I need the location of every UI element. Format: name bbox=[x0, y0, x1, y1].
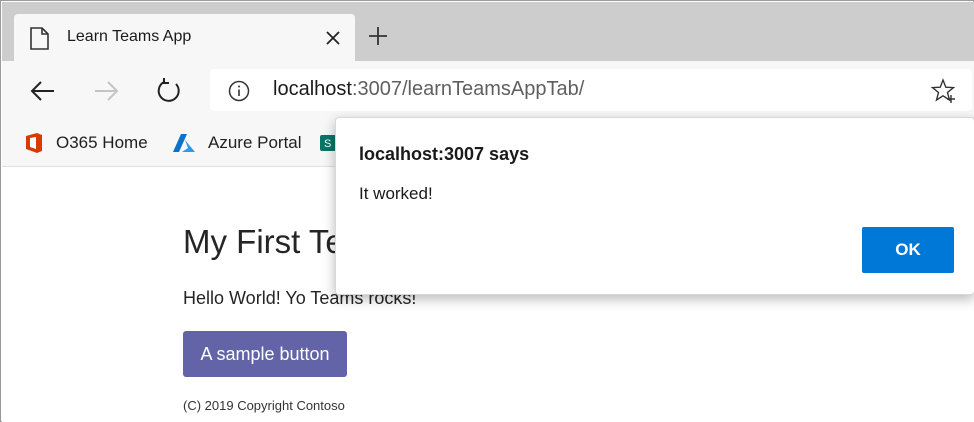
plus-icon[interactable] bbox=[366, 24, 390, 48]
alert-dialog: localhost:3007 says It worked! OK bbox=[335, 117, 974, 295]
arrow-left-icon[interactable] bbox=[28, 76, 58, 106]
navigation-bar: localhost:3007/learnTeamsAppTab/ bbox=[2, 61, 974, 121]
favorite-azure-portal[interactable]: Azure Portal bbox=[172, 131, 302, 155]
favorite-label: O365 Home bbox=[56, 133, 148, 152]
azure-icon bbox=[173, 134, 195, 152]
star-add-icon[interactable] bbox=[930, 78, 956, 104]
tab-strip: Learn Teams App bbox=[2, 2, 974, 62]
page-title: My First Te bbox=[183, 223, 344, 260]
refresh-icon[interactable] bbox=[154, 76, 184, 106]
url-host: localhost bbox=[273, 78, 352, 100]
tab-title: Learn Teams App bbox=[67, 28, 192, 45]
address-bar[interactable]: localhost:3007/learnTeamsAppTab/ bbox=[210, 69, 972, 111]
copyright-text: (C) 2019 Copyright Contoso bbox=[183, 398, 345, 413]
page-icon bbox=[30, 27, 49, 50]
favorite-o365-home[interactable]: O365 Home bbox=[24, 131, 148, 155]
url-text[interactable]: localhost:3007/learnTeamsAppTab/ bbox=[273, 78, 584, 101]
info-icon[interactable] bbox=[228, 80, 250, 102]
tab-learn-teams-app[interactable]: Learn Teams App bbox=[14, 14, 355, 62]
sharepoint-icon: S bbox=[320, 135, 336, 151]
browser-window: Learn Teams App localhost:3007/learnTeam… bbox=[0, 0, 974, 422]
dialog-title: localhost:3007 says bbox=[359, 144, 530, 164]
close-icon[interactable] bbox=[324, 29, 342, 47]
arrow-right-icon[interactable] bbox=[91, 76, 121, 106]
sample-button[interactable]: A sample button bbox=[183, 331, 347, 377]
favorite-sharepoint[interactable]: S bbox=[320, 131, 336, 155]
ok-button[interactable]: OK bbox=[862, 227, 954, 273]
svg-text:S: S bbox=[324, 138, 331, 150]
url-path: :3007/learnTeamsAppTab/ bbox=[351, 78, 585, 100]
office-icon bbox=[26, 133, 42, 153]
dialog-message: It worked! bbox=[359, 184, 433, 203]
favorite-label: Azure Portal bbox=[208, 133, 302, 152]
